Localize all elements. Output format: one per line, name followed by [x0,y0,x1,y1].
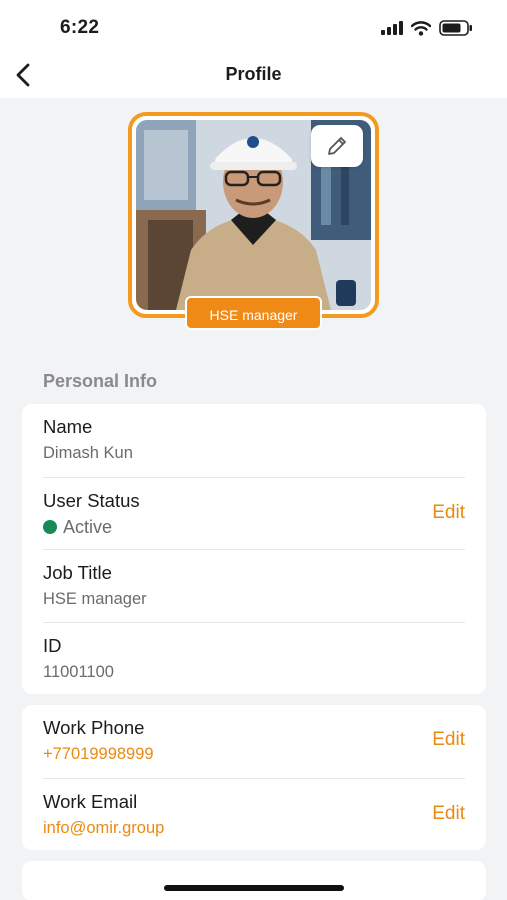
personal-info-card: Name Dimash Kun User Status Active Edit … [22,404,486,694]
status-dot-icon [43,520,57,534]
edit-work-email-button[interactable]: Edit [432,803,465,825]
user-status-row: User Status Active Edit [43,476,465,550]
work-email-row: Work Email info@omir.group Edit [43,777,465,851]
work-phone-row: Work Phone +77019998999 Edit [43,705,465,778]
page-title: Profile [225,64,282,84]
user-status-text: Active [63,516,113,537]
work-phone-label: Work Phone [43,717,145,738]
next-card [22,861,486,900]
work-email-value[interactable]: info@omir.group [43,819,164,838]
work-email-label: Work Email [43,790,138,812]
id-value: 11001100 [43,662,114,681]
user-status-label: User Status [43,489,140,511]
battery-icon [439,20,472,36]
status-icons [381,20,473,36]
role-badge: HSE manager [185,296,322,330]
pencil-icon [328,137,346,155]
wifi-icon [411,20,431,36]
user-status-value: Active [43,517,112,538]
job-title-label: Job Title [43,562,112,583]
name-row: Name Dimash Kun [43,404,465,477]
work-phone-value[interactable]: +77019998999 [43,745,154,764]
id-label: ID [43,634,62,656]
name-value: Dimash Kun [43,444,133,462]
job-title-value: HSE manager [43,590,147,608]
home-indicator [164,885,344,891]
nav-bar: Profile [0,52,507,98]
signal-icon [381,21,403,35]
status-time: 6:22 [60,17,100,38]
status-bar: 6:22 [0,0,507,52]
edit-user-status-button[interactable]: Edit [432,502,465,524]
job-title-row: Job Title HSE manager [43,549,465,622]
contact-card: Work Phone +77019998999 Edit Work Email … [22,705,486,850]
section-title-personal-info: Personal Info [43,371,158,391]
id-row: ID 11001100 [43,621,465,695]
edit-photo-button[interactable] [311,125,363,167]
edit-work-phone-button[interactable]: Edit [432,729,465,751]
name-label: Name [43,416,93,437]
